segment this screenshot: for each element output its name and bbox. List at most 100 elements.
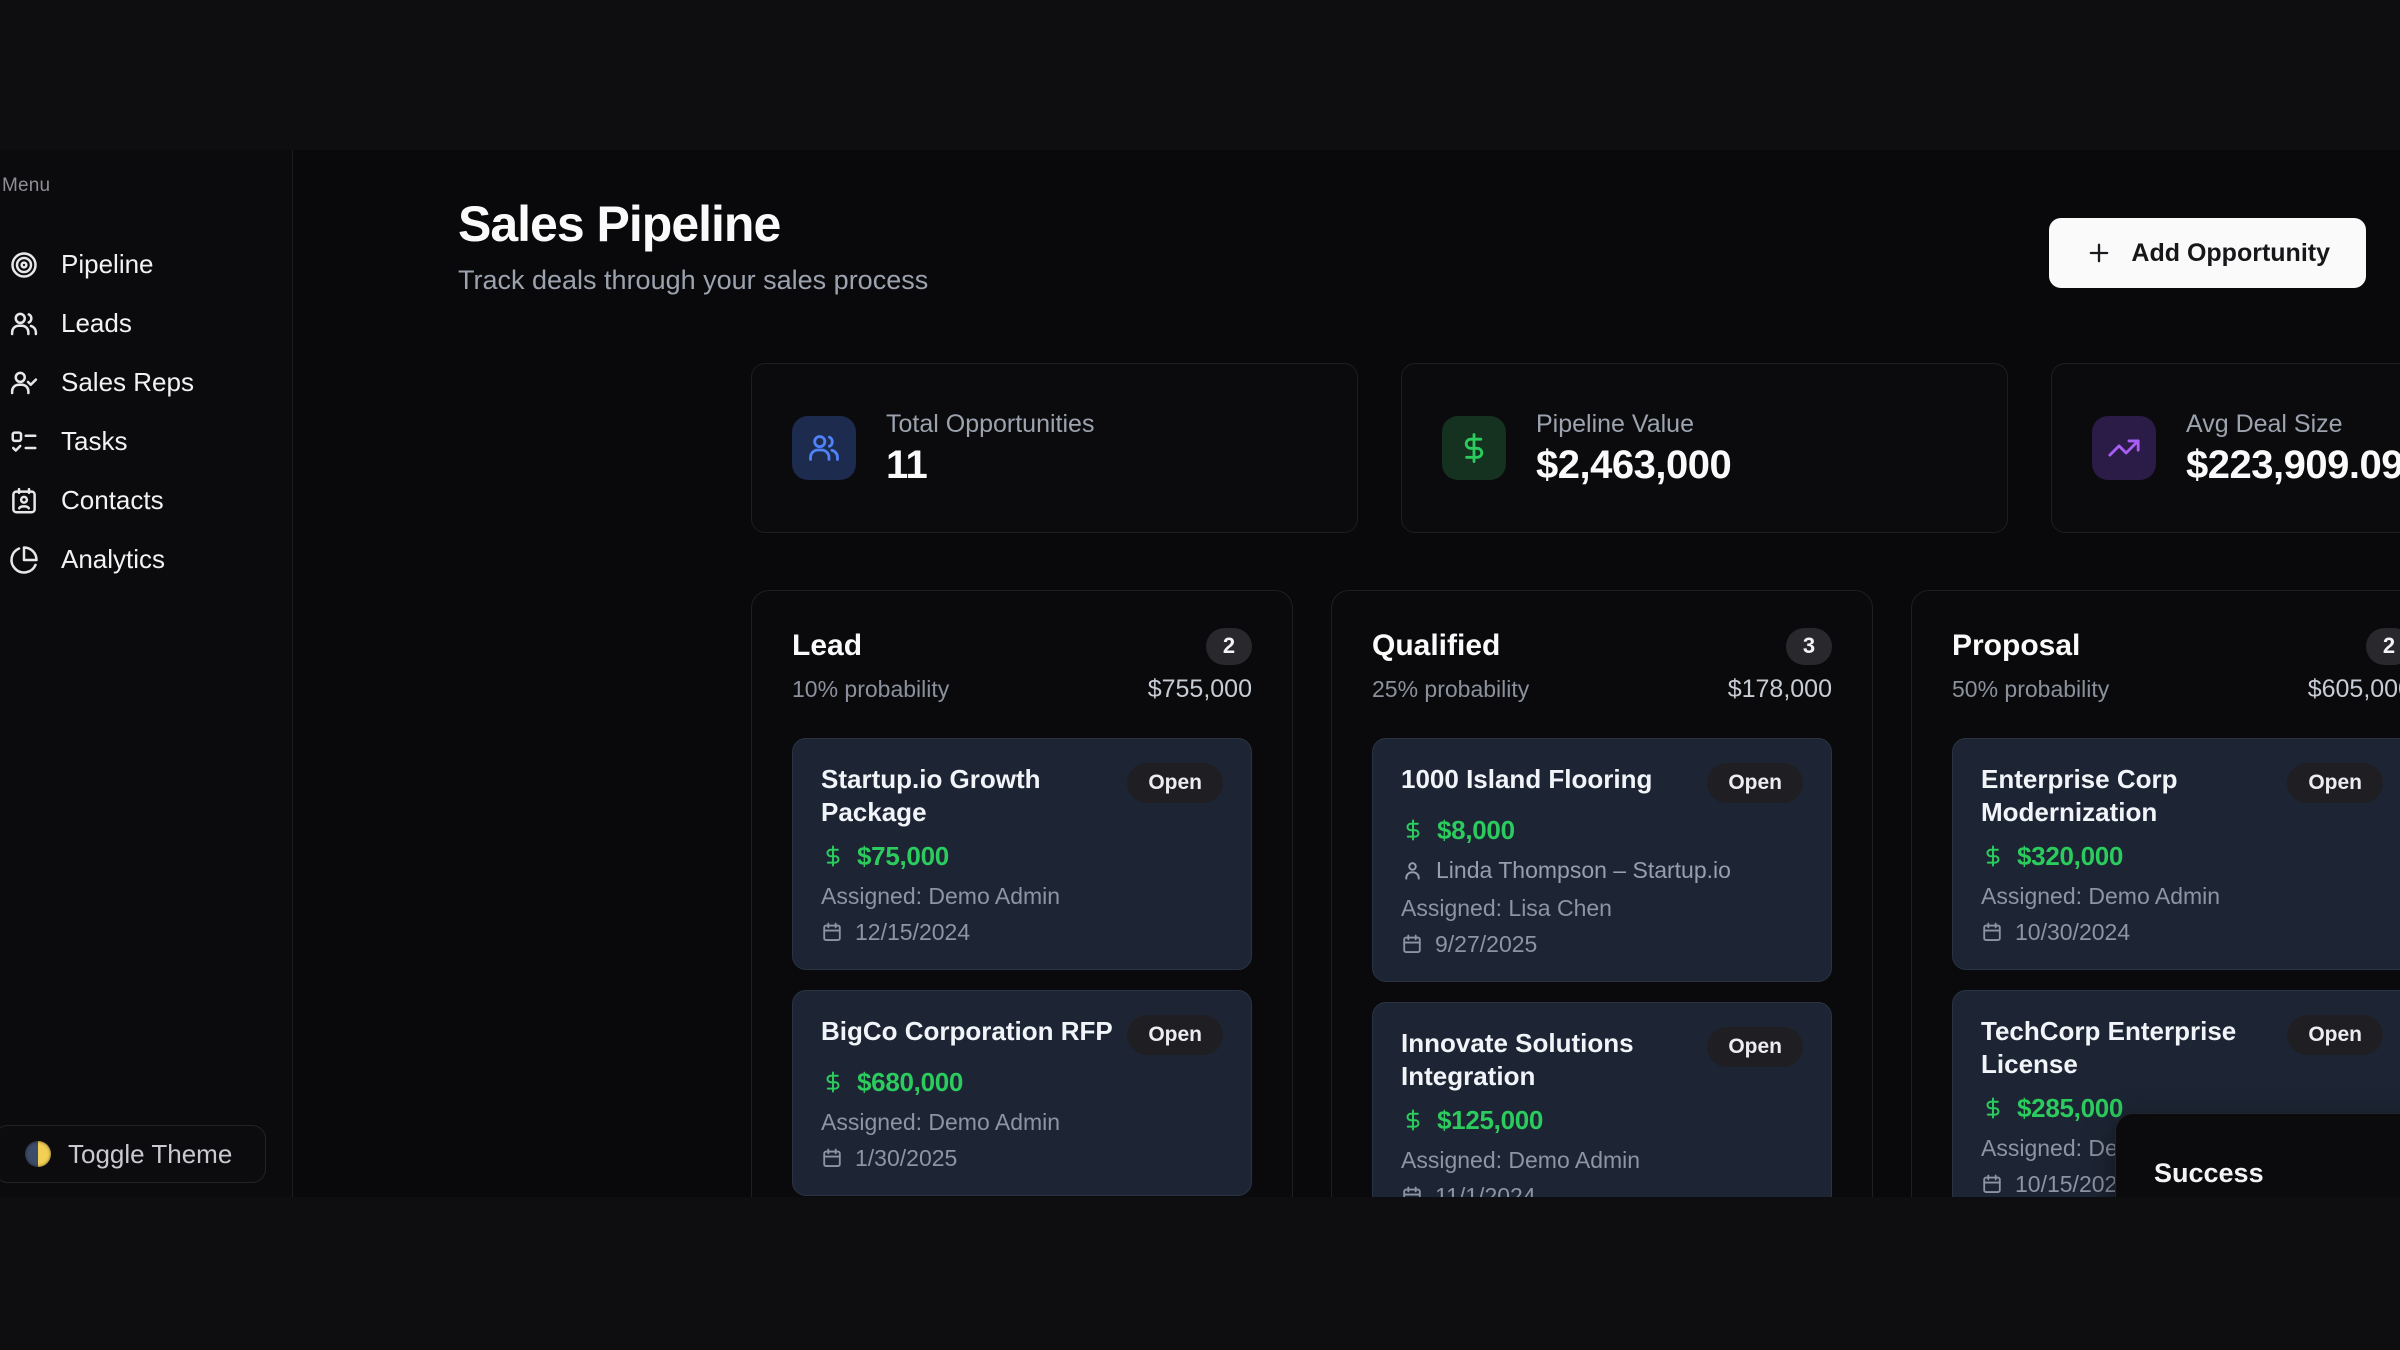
sidebar-item-pipeline[interactable]: Pipeline [0,235,292,294]
deal-title: Enterprise Corp Modernization [1981,763,2287,829]
sidebar-item-analytics[interactable]: Analytics [0,530,292,589]
users-icon [9,309,39,339]
add-opportunity-button[interactable]: Add Opportunity [2049,218,2366,288]
column-probability: 50% probability [1952,676,2109,703]
deal-title: Startup.io Growth Package [821,763,1127,829]
column-title: Qualified [1372,627,1500,665]
dollar-icon [1401,818,1425,842]
pie-chart-icon [9,545,39,575]
column-total-value: $178,000 [1728,675,1832,704]
column-count-badge: 2 [2366,628,2400,665]
column-probability: 10% probability [792,676,949,703]
deal-date: 1/30/2025 [855,1145,957,1172]
sidebar-item-label: Tasks [61,426,127,457]
stat-value: $223,909.091 [2186,442,2400,488]
pipeline-column-qualified: Qualified 3 25% probability $178,000 100… [1331,590,1873,1197]
column-count-badge: 2 [1206,628,1252,665]
sidebar-item-sales-reps[interactable]: Sales Reps [0,353,292,412]
calendar-icon [1401,933,1423,955]
deal-assigned: Assigned: Demo Admin [1981,883,2383,909]
sidebar-item-label: Contacts [61,485,164,516]
dollar-icon [1981,1096,2005,1120]
toggle-theme-label: Toggle Theme [68,1139,232,1170]
user-icon [1401,859,1424,882]
deal-value: $75,000 [857,841,949,872]
stat-card-total-opportunities: Total Opportunities 11 [751,363,1358,533]
deal-title: TechCorp Enterprise License [1981,1015,2287,1081]
deal-status-badge: Open [2287,763,2383,803]
stat-card-pipeline-value: Pipeline Value $2,463,000 [1401,363,2008,533]
deal-card-bigco-corporation-rfp[interactable]: BigCo Corporation RFP Open $680,000 Assi… [792,990,1252,1196]
stat-value: 11 [886,442,1094,488]
deal-status-badge: Open [1127,763,1223,803]
deal-card-innovate-solutions-integration[interactable]: Innovate Solutions Integration Open $125… [1372,1002,1832,1197]
deal-assigned: Assigned: Demo Admin [821,1109,1223,1135]
toggle-theme-button[interactable]: Toggle Theme [0,1125,266,1183]
deal-status-badge: Open [1707,763,1803,803]
deal-title: Innovate Solutions Integration [1401,1027,1707,1093]
contact-icon [9,486,39,516]
sidebar-item-label: Sales Reps [61,367,194,398]
sidebar-item-tasks[interactable]: Tasks [0,412,292,471]
stat-value: $2,463,000 [1536,442,1731,488]
sidebar-item-leads[interactable]: Leads [0,294,292,353]
deal-value: $125,000 [1437,1105,1543,1136]
dollar-icon [821,844,845,868]
deal-card-enterprise-corp-modernization[interactable]: Enterprise Corp Modernization Open $320,… [1952,738,2400,970]
column-cards: Startup.io Growth Package Open $75,000 A… [792,738,1252,1196]
user-check-icon [9,368,39,398]
plus-icon [2085,239,2113,267]
column-cards: 1000 Island Flooring Open $8,000 Linda T… [1372,738,1832,1197]
app-window: Menu Pipeline Leads Sales Reps Tasks Con… [0,150,2400,1197]
deal-value: $680,000 [857,1067,963,1098]
calendar-icon [821,1147,843,1169]
deal-card-1000-island-flooring[interactable]: 1000 Island Flooring Open $8,000 Linda T… [1372,738,1832,982]
sidebar-item-contacts[interactable]: Contacts [0,471,292,530]
success-toast[interactable]: Success [2115,1113,2400,1197]
deal-status-badge: Open [1127,1015,1223,1055]
dollar-icon [1401,1108,1425,1132]
deal-card-startup-io-growth-package[interactable]: Startup.io Growth Package Open $75,000 A… [792,738,1252,970]
list-todo-icon [9,427,39,457]
column-probability: 25% probability [1372,676,1529,703]
pipeline-column-proposal: Proposal 2 50% probability $605,000 Ente… [1911,590,2400,1197]
column-title: Lead [792,627,862,665]
dollar-icon [1981,844,2005,868]
calendar-icon [821,921,843,943]
deal-title: 1000 Island Flooring [1401,763,1707,796]
stats-row: Total Opportunities 11 Pipeline Value $2… [751,363,2400,533]
main-content: Sales Pipeline Track deals through your … [293,150,2400,1197]
sidebar-item-label: Leads [61,308,132,339]
calendar-icon [1981,1173,2003,1195]
sidebar-menu-label: Menu [2,175,292,197]
stat-label: Total Opportunities [886,409,1094,439]
stat-label: Avg Deal Size [2186,409,2400,439]
stat-label: Pipeline Value [1536,409,1731,439]
moon-icon [25,1141,51,1167]
calendar-icon [1401,1185,1423,1197]
deal-date: 11/1/2024 [1435,1183,1536,1198]
users-icon [807,431,841,465]
deal-contact: Linda Thompson – Startup.io [1436,857,1731,884]
deal-assigned: Assigned: Lisa Chen [1401,895,1803,921]
add-opportunity-label: Add Opportunity [2131,239,2330,268]
deal-assigned: Assigned: Demo Admin [1401,1147,1803,1173]
deal-status-badge: Open [1707,1027,1803,1067]
stat-card-avg-deal-size: Avg Deal Size $223,909.091 [2051,363,2400,533]
column-title: Proposal [1952,627,2080,665]
calendar-icon [1981,921,2003,943]
dollar-sign-icon [1457,431,1491,465]
screen: Menu Pipeline Leads Sales Reps Tasks Con… [0,0,2400,1350]
deal-assigned: Assigned: Demo Admin [821,883,1223,909]
deal-title: BigCo Corporation RFP [821,1015,1127,1048]
sidebar-item-label: Pipeline [61,249,154,280]
deal-value: $320,000 [2017,841,2123,872]
sidebar-nav: Pipeline Leads Sales Reps Tasks Contacts… [0,235,292,589]
sidebar: Menu Pipeline Leads Sales Reps Tasks Con… [0,150,293,1197]
dollar-icon [821,1070,845,1094]
deal-date: 9/27/2025 [1435,931,1537,958]
deal-status-badge: Open [2287,1015,2383,1055]
column-total-value: $605,000 [2308,675,2400,704]
toast-title: Success [2154,1158,2400,1189]
deal-value: $8,000 [1437,815,1515,846]
